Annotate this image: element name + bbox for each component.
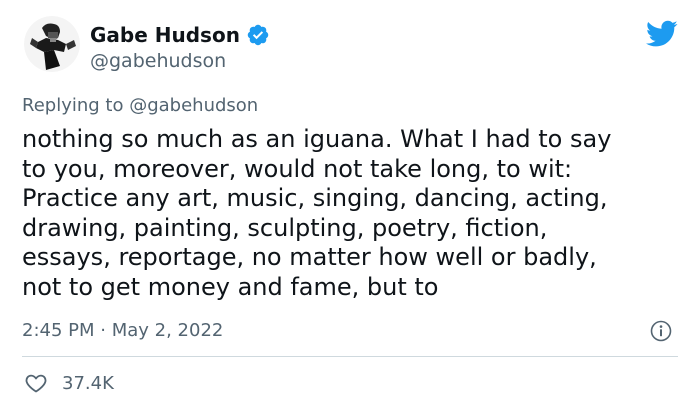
avatar-image [24, 16, 80, 72]
like-count: 37.4K [62, 372, 114, 394]
info-icon[interactable] [650, 320, 672, 342]
divider [22, 356, 678, 357]
tweet-text-line: drawing, painting, sculpting, poetry, fi… [22, 213, 548, 242]
tweet-text-line: essays, reportage, no matter how well or… [22, 243, 597, 271]
tweet-card: Gabe Hudson @gabehudson Replying to @gab… [0, 0, 700, 410]
author-handle[interactable]: @gabehudson [90, 50, 226, 72]
tweet-text-line: to you, moreover, would not take long, t… [22, 154, 573, 183]
replying-to-mention[interactable]: @gabehudson [129, 95, 258, 116]
tweet-text-line: nothing so much as an iguana. What I had… [22, 125, 612, 153]
avatar[interactable] [24, 16, 80, 72]
tweet-timestamp[interactable]: 2:45 PM · May 2, 2022 [22, 320, 223, 341]
display-name[interactable]: Gabe Hudson [90, 23, 240, 47]
tweet-date: May 2, 2022 [111, 320, 224, 341]
heart-icon[interactable] [24, 371, 48, 395]
tweet-text: nothing so much as an iguana. What I had… [22, 125, 682, 302]
verified-badge-icon [246, 23, 270, 47]
replying-to: Replying to @gabehudson [22, 95, 258, 116]
tweet-text-line: not to get money and fame, but to [22, 272, 439, 301]
meta-separator: · [94, 320, 112, 341]
author-name-row: Gabe Hudson [90, 22, 270, 48]
like-action[interactable]: 37.4K [24, 370, 114, 396]
replying-to-prefix: Replying to [22, 95, 130, 116]
tweet-time: 2:45 PM [22, 320, 95, 341]
tweet-text-line: Practice any art, music, singing, dancin… [22, 184, 608, 212]
twitter-bird-icon[interactable] [646, 20, 678, 48]
